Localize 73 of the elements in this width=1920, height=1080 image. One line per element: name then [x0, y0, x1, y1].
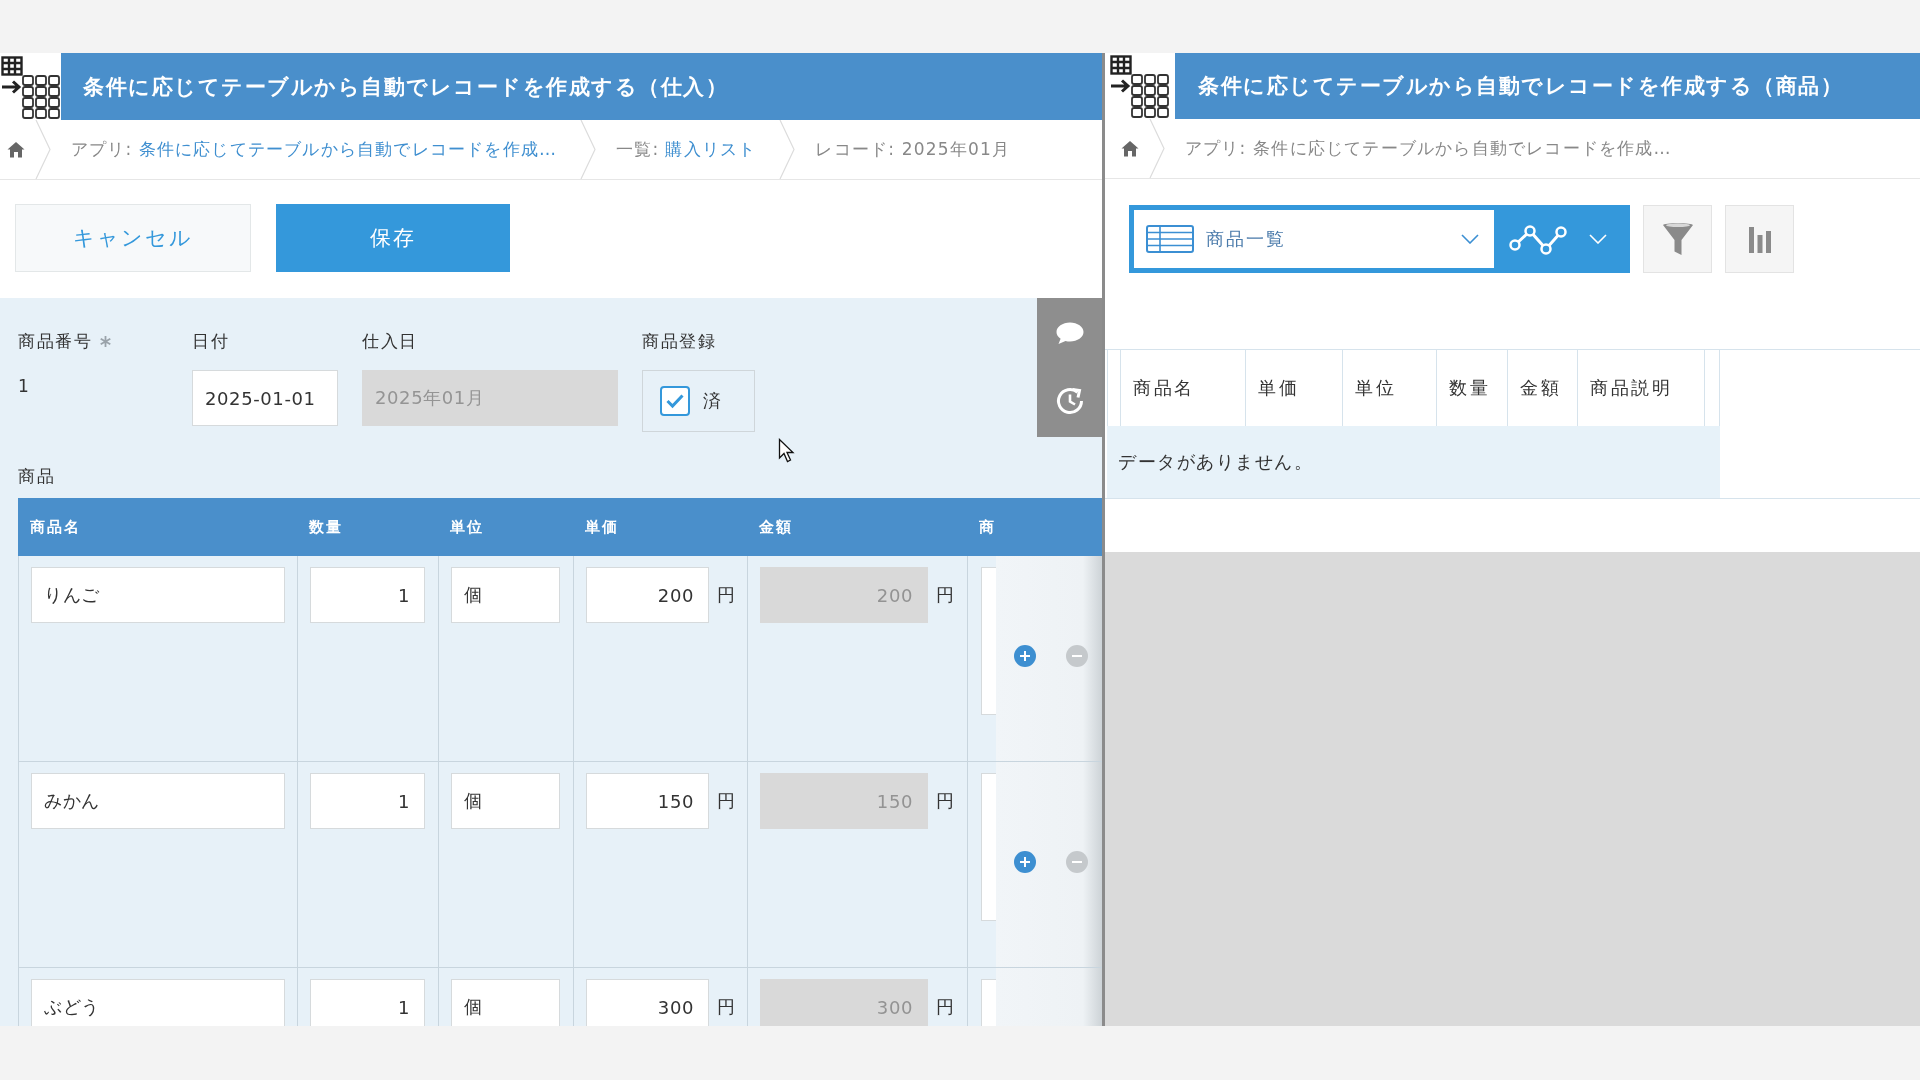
textarea-field[interactable] — [981, 773, 996, 921]
column-header: 商品名 — [1133, 376, 1195, 400]
unit-suffix: 円 — [717, 995, 735, 1019]
remove-row-icon[interactable] — [1066, 851, 1088, 873]
grid-arrow-icon[interactable] — [0, 56, 61, 120]
funnel-icon — [1661, 222, 1694, 256]
number-field[interactable]: 150 — [586, 773, 709, 829]
column-header: 単位 — [1355, 376, 1396, 400]
home-icon[interactable] — [7, 141, 25, 158]
line-graph-icon — [1509, 222, 1567, 256]
breadcrumb-prefix: アプリ: — [71, 138, 133, 161]
add-row-icon[interactable] — [1014, 851, 1036, 873]
table-label: 商品 — [18, 466, 55, 486]
checkbox[interactable] — [660, 386, 690, 416]
date-field[interactable]: 2025-01-01 — [192, 370, 338, 426]
bar-chart-icon — [1748, 225, 1771, 253]
empty-message: データがありません。 — [1118, 450, 1313, 474]
number-field[interactable]: 1 — [310, 567, 425, 623]
column-header: 単価 — [1258, 376, 1299, 400]
column-header: 数量 — [1449, 376, 1490, 400]
filter-button[interactable] — [1643, 205, 1712, 273]
text-field[interactable]: ぶどう — [31, 979, 285, 1026]
chevron-down-icon — [1461, 234, 1479, 244]
unit-suffix: 円 — [936, 789, 954, 813]
view-select[interactable]: 商品一覧 — [1134, 210, 1494, 268]
column-header: 商 — [979, 517, 996, 536]
chevron-down-icon — [1589, 234, 1607, 244]
text-field[interactable]: りんご — [31, 567, 285, 623]
readonly-field: 300 — [760, 979, 928, 1026]
breadcrumb-link[interactable]: 購入リスト — [665, 138, 757, 161]
number-field[interactable]: 300 — [586, 979, 709, 1026]
unit-suffix: 円 — [936, 995, 954, 1019]
number-field[interactable]: 1 — [310, 979, 425, 1026]
column-header: 数量 — [309, 517, 343, 536]
app-title: 条件に応じてテーブルから自動でレコードを作成する（仕入） — [83, 73, 728, 101]
text-field[interactable]: 個 — [451, 567, 560, 623]
breadcrumb-text: アプリ: 条件に応じてテーブルから自動でレコードを作成… — [1185, 137, 1672, 160]
disabled-field: 2025年01月 — [362, 370, 618, 426]
text-field[interactable]: 個 — [451, 979, 560, 1026]
column-header: 単価 — [585, 517, 619, 536]
field-value: 1 — [18, 376, 29, 396]
field-label: 商品番号 — [18, 329, 92, 353]
number-field[interactable]: 1 — [310, 773, 425, 829]
home-icon[interactable] — [1121, 140, 1139, 157]
number-field[interactable]: 200 — [586, 567, 709, 623]
readonly-field: 150 — [760, 773, 928, 829]
column-header: 金額 — [759, 517, 793, 536]
textarea-field[interactable] — [981, 567, 996, 715]
column-header: 金額 — [1520, 376, 1561, 400]
column-header: 商品名 — [30, 517, 81, 536]
readonly-field: 200 — [760, 567, 928, 623]
column-header: 商品説明 — [1590, 376, 1672, 400]
checkbox-label[interactable]: 済 — [703, 389, 721, 413]
breadcrumb-text: レコード: 2025年01月 — [815, 138, 1011, 161]
unit-suffix: 円 — [717, 789, 735, 813]
text-field[interactable]: 個 — [451, 773, 560, 829]
text-field[interactable]: みかん — [31, 773, 285, 829]
grid-arrow-icon[interactable] — [1110, 55, 1170, 119]
unit-suffix: 円 — [717, 583, 735, 607]
breadcrumb-prefix: 一覧: — [616, 138, 660, 161]
field-label: 商品登録 — [642, 329, 716, 353]
mouse-pointer-icon — [778, 438, 795, 463]
field-label: 仕入日 — [362, 329, 418, 353]
add-row-icon[interactable] — [1014, 645, 1036, 667]
app-title: 条件に応じてテーブルから自動でレコードを作成する（商品） — [1198, 73, 1843, 100]
breadcrumb-link[interactable]: 条件に応じてテーブルから自動でレコードを作成… — [138, 138, 558, 161]
table-icon — [1146, 225, 1194, 253]
column-header: 単位 — [450, 517, 484, 536]
speech-bubble-icon[interactable] — [1054, 321, 1085, 345]
remove-row-icon[interactable] — [1066, 645, 1088, 667]
unit-suffix: 円 — [936, 583, 954, 607]
field-label: 日付 — [192, 329, 229, 353]
chart-button[interactable] — [1725, 205, 1794, 273]
